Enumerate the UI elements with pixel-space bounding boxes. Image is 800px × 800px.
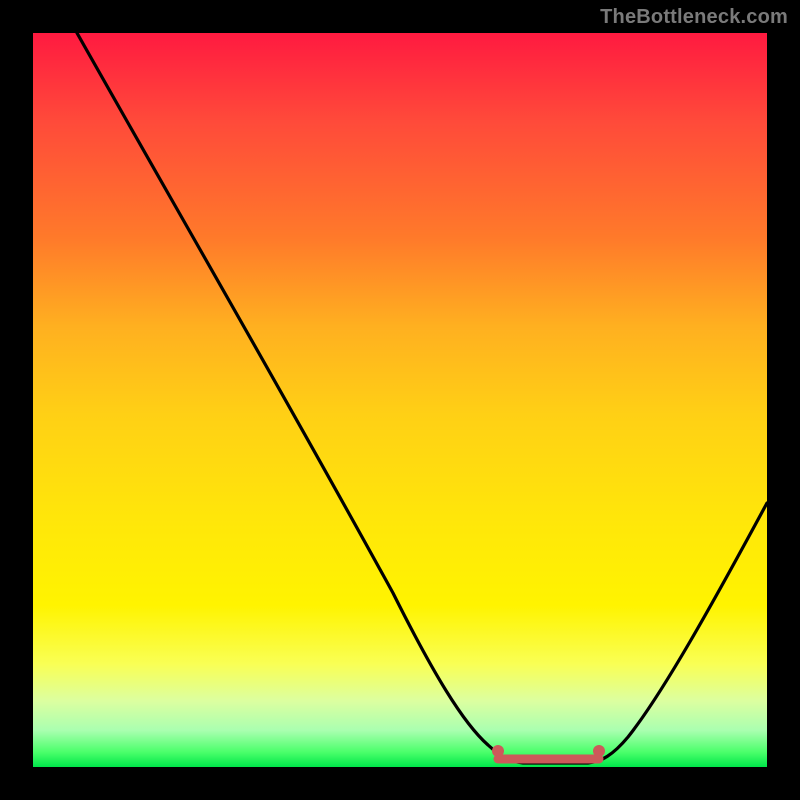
plot-area [33,33,767,767]
flat-right-dot [593,745,605,757]
watermark-text: TheBottleneck.com [600,6,788,29]
chart-stage: TheBottleneck.com [0,0,800,800]
curve-layer [33,33,767,767]
bottleneck-curve [77,33,767,763]
flat-left-dot [492,745,504,757]
